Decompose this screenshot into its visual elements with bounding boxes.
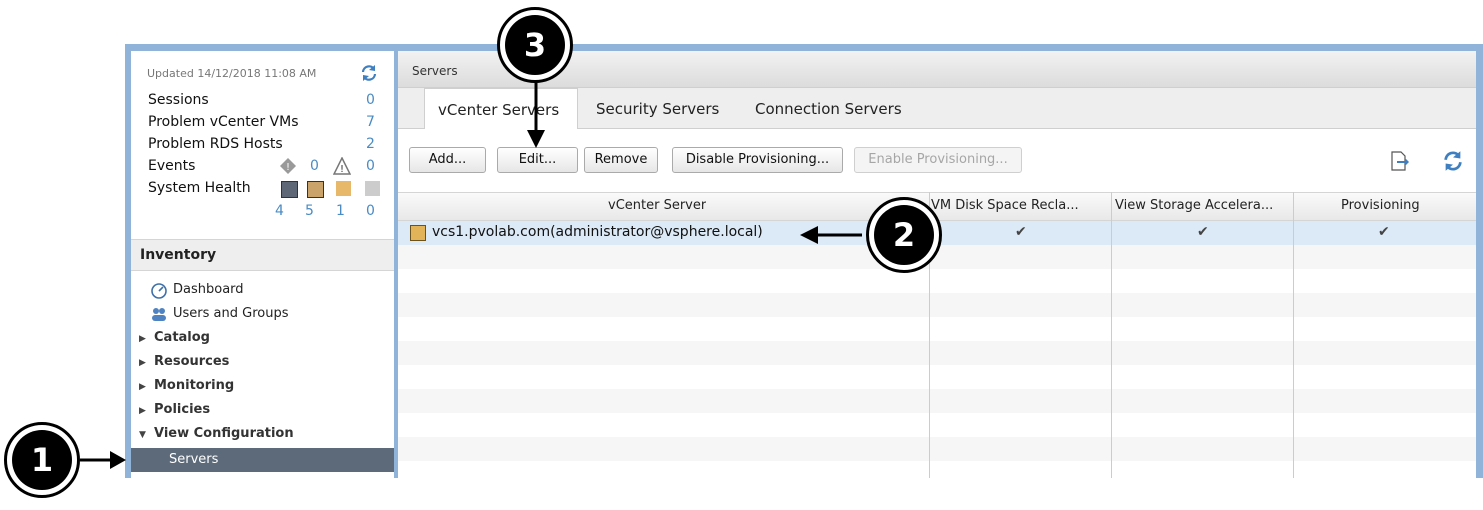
nav-resources[interactable]: Resources [154, 354, 229, 369]
sessions-label: Sessions [148, 92, 209, 108]
vcenter-server-icon [410, 225, 426, 241]
callout-number: 1 [12, 430, 72, 490]
sessions-count[interactable]: 0 [366, 92, 375, 108]
updated-timestamp: Updated 14/12/2018 11:08 AM [147, 67, 317, 80]
system-health-label: System Health [148, 180, 251, 196]
provisioning-check: ✔ [1378, 224, 1390, 240]
export-icon[interactable] [1388, 150, 1410, 172]
page-title: Servers [412, 64, 458, 78]
remove-button[interactable]: Remove [584, 147, 658, 173]
inventory-title: Inventory [140, 247, 217, 263]
health-warning-icon [307, 181, 324, 198]
disable-provisioning-button[interactable]: Disable Provisioning... [672, 147, 843, 173]
column-vm-disk-space[interactable]: VM Disk Space Recla... [931, 198, 1109, 213]
column-divider [1293, 192, 1294, 478]
refresh-icon[interactable] [360, 64, 378, 82]
callout-badge: 2 [866, 197, 942, 273]
callout-number: 3 [505, 15, 565, 75]
dashboard-icon [151, 283, 167, 299]
nav-users-and-groups[interactable]: Users and Groups [173, 306, 288, 321]
main-panel: Servers vCenter Servers Security Servers… [398, 51, 1476, 478]
column-view-storage[interactable]: View Storage Accelera... [1115, 198, 1291, 213]
tab-security-servers-label: Security Servers [596, 100, 720, 118]
svg-text:!: ! [286, 162, 290, 173]
expand-arrow-icon[interactable]: ▶ [139, 382, 146, 392]
problem-rds-hosts-count[interactable]: 2 [366, 136, 375, 152]
expand-arrow-icon[interactable]: ▶ [139, 406, 146, 416]
callout-number: 2 [874, 205, 934, 265]
info-event-icon: ! [280, 158, 296, 174]
health-unknown-icon [365, 181, 380, 196]
health-count-error[interactable]: 1 [336, 203, 345, 219]
column-vcenter-server[interactable]: vCenter Server [608, 198, 706, 213]
empty-row [398, 341, 1476, 365]
users-icon [152, 308, 166, 321]
callout-badge: 1 [4, 422, 80, 498]
edit-button[interactable]: Edit... [497, 147, 578, 173]
warning-icon: ! [333, 157, 351, 175]
column-provisioning[interactable]: Provisioning [1341, 198, 1420, 213]
health-count-warning[interactable]: 5 [305, 203, 314, 219]
tab-vcenter-servers-label: vCenter Servers [438, 101, 560, 119]
nav-servers-selected[interactable]: Servers [131, 448, 394, 472]
collapse-arrow-icon[interactable]: ▼ [139, 430, 146, 440]
events-label: Events [148, 158, 196, 174]
nav-policies[interactable]: Policies [154, 402, 210, 417]
tab-vcenter-servers[interactable]: vCenter Servers [424, 88, 578, 129]
tab-connection-servers-label: Connection Servers [755, 100, 902, 118]
health-error-icon [336, 181, 351, 196]
empty-row [398, 389, 1476, 413]
problem-vcenter-vms-label: Problem vCenter VMs [148, 114, 299, 130]
events-warning-count[interactable]: 0 [366, 158, 375, 174]
tab-bar: vCenter Servers Security Servers Connect… [398, 88, 1476, 129]
view-storage-check: ✔ [1197, 224, 1209, 240]
callout-badge: 3 [497, 7, 573, 83]
tab-connection-servers[interactable]: Connection Servers [742, 88, 912, 128]
inventory-header: Inventory [131, 239, 394, 271]
nav-servers-label: Servers [169, 452, 219, 467]
nav-monitoring[interactable]: Monitoring [154, 378, 234, 393]
problem-rds-hosts-label: Problem RDS Hosts [148, 136, 283, 152]
enable-provisioning-button[interactable]: Enable Provisioning... [854, 147, 1022, 173]
empty-row [398, 437, 1476, 461]
expand-arrow-icon[interactable]: ▶ [139, 334, 146, 344]
nav-catalog[interactable]: Catalog [154, 330, 210, 345]
health-ok-icon [281, 181, 298, 198]
nav-view-configuration[interactable]: View Configuration [154, 426, 294, 441]
nav-dashboard[interactable]: Dashboard [173, 282, 244, 297]
problem-vcenter-vms-count[interactable]: 7 [366, 114, 375, 130]
tab-security-servers[interactable]: Security Servers [584, 88, 734, 128]
vm-disk-space-check: ✔ [1015, 224, 1027, 240]
events-info-count[interactable]: 0 [310, 158, 319, 174]
column-divider [1111, 192, 1112, 478]
refresh-icon[interactable] [1442, 150, 1464, 172]
vcenter-server-name: vcs1.pvolab.com(administrator@vsphere.lo… [432, 224, 763, 240]
expand-arrow-icon[interactable]: ▶ [139, 358, 146, 368]
health-count-unknown[interactable]: 0 [366, 203, 375, 219]
left-panel: Updated 14/12/2018 11:08 AM Sessions 0 P… [131, 51, 394, 478]
empty-row [398, 293, 1476, 317]
add-button[interactable]: Add... [409, 147, 486, 173]
svg-text:!: ! [340, 164, 344, 175]
health-count-ok[interactable]: 4 [275, 203, 284, 219]
